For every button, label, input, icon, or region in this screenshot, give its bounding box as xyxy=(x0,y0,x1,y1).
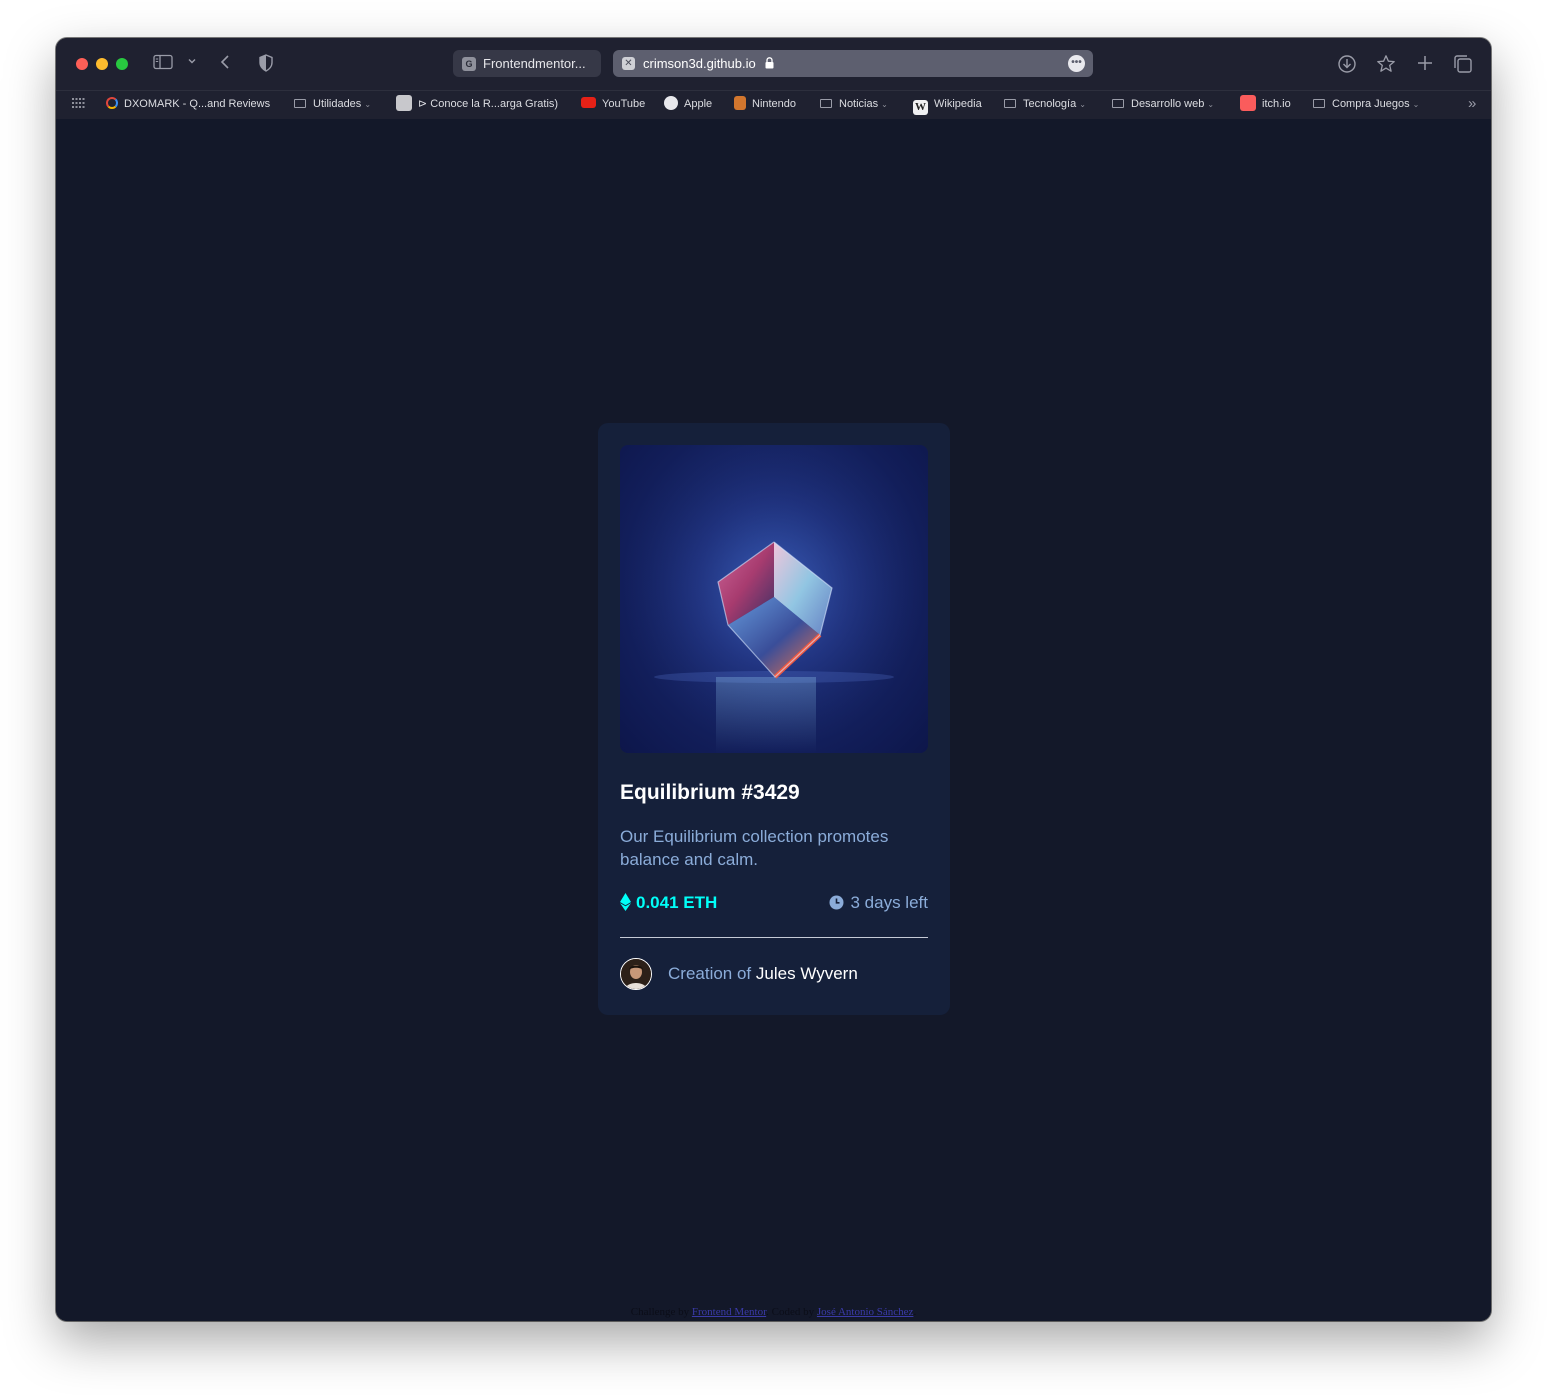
minimize-window-button[interactable] xyxy=(96,58,108,70)
creator-text: Creation of Jules Wyvern xyxy=(668,962,858,986)
bookmark-label: itch.io xyxy=(1262,98,1291,110)
dxomark-icon xyxy=(106,97,118,109)
folder-icon xyxy=(1004,99,1016,108)
bookmark-folder-utilidades[interactable]: Utilidades ⌄ xyxy=(294,91,371,119)
lock-icon xyxy=(765,51,774,78)
bookmark-folder-compra-juegos[interactable]: Compra Juegos ⌄ xyxy=(1313,91,1419,119)
bookmark-conoce[interactable]: ⊳ Conoce la R...arga Gratis) xyxy=(396,91,558,119)
browser-toolbar: G Frontendmentor... ✕ crimson3d.github.i… xyxy=(56,38,1491,90)
attribution-challenge-prefix: Challenge by xyxy=(630,1306,690,1318)
attribution-suffix: . xyxy=(913,1306,917,1318)
bookmark-label: Apple xyxy=(684,98,713,110)
card-title[interactable]: Equilibrium #3429 xyxy=(620,781,928,805)
author-link[interactable]: José Antonio Sánchez xyxy=(817,1306,914,1318)
youtube-icon xyxy=(581,97,596,108)
star-icon[interactable] xyxy=(1376,54,1396,74)
folder-icon xyxy=(820,99,832,108)
time-left: 3 days left xyxy=(829,891,929,915)
bookmark-label: Nintendo xyxy=(752,98,797,110)
avatar xyxy=(620,958,652,990)
ethereum-icon xyxy=(620,893,631,911)
bookmark-folder-desarrollo-web[interactable]: Desarrollo web ⌄ xyxy=(1112,91,1214,119)
bookmark-youtube[interactable]: YouTube xyxy=(581,91,645,119)
chevron-down-icon[interactable] xyxy=(187,56,197,66)
chevron-down-icon: ⌄ xyxy=(364,100,372,109)
bookmark-nintendo[interactable]: Nintendo xyxy=(734,91,796,119)
card-description: Our Equilibrium collection promotes bala… xyxy=(620,827,889,869)
folder-icon xyxy=(1112,99,1124,108)
chevron-down-icon: ⌄ xyxy=(881,100,888,109)
bookmark-label: Utilidades xyxy=(313,98,362,110)
tab-favicon: ✕ xyxy=(622,57,635,70)
attribution: Challenge by Frontend Mentor. Coded by J… xyxy=(56,1306,1491,1318)
wikipedia-icon: W xyxy=(913,100,928,115)
card-divider xyxy=(620,937,928,938)
frontend-mentor-link[interactable]: Frontend Mentor xyxy=(692,1306,766,1318)
folder-icon xyxy=(294,99,306,108)
creator-name[interactable]: Jules Wyvern xyxy=(756,964,858,983)
shield-icon[interactable] xyxy=(258,54,274,72)
plus-icon[interactable] xyxy=(1416,54,1434,72)
time-left-value: 3 days left xyxy=(850,893,929,912)
bookmark-apple[interactable]: Apple xyxy=(664,91,712,119)
apps-grid-icon[interactable] xyxy=(72,91,85,119)
site-icon xyxy=(396,95,412,111)
chevron-down-icon: ⌄ xyxy=(1207,100,1215,109)
bookmark-label: YouTube xyxy=(602,98,646,110)
folder-icon xyxy=(1313,99,1325,108)
bookmark-itchio[interactable]: itch.io xyxy=(1240,91,1291,119)
sidebar-icon[interactable] xyxy=(153,54,173,70)
creator: Creation of Jules Wyvern xyxy=(620,958,928,992)
page-content: Equilibrium #3429 Our Equilibrium collec… xyxy=(56,119,1491,1321)
bookmark-folder-noticias[interactable]: Noticias ⌄ xyxy=(820,91,888,119)
price-value: 0.041 ETH xyxy=(636,893,718,912)
tab-crimson3d[interactable]: ✕ crimson3d.github.io ••• xyxy=(613,50,1093,77)
bookmark-wikipedia[interactable]: W Wikipedia xyxy=(913,91,982,119)
bookmark-label: Compra Juegos xyxy=(1332,98,1410,110)
bookmarks-bar: DXOMARK - Q...and Reviews Utilidades ⌄ ⊳ … xyxy=(56,90,1491,120)
bookmark-label: Tecnología xyxy=(1023,98,1077,110)
zoom-window-button[interactable] xyxy=(116,58,128,70)
creator-prefix: Creation of xyxy=(668,964,752,983)
tabs-icon[interactable] xyxy=(1453,54,1473,74)
chevron-left-icon[interactable] xyxy=(218,54,232,70)
chevron-down-icon: ⌄ xyxy=(1412,100,1420,109)
apple-icon xyxy=(664,96,678,110)
address-bar-url[interactable]: crimson3d.github.io xyxy=(643,56,756,71)
equilibrium-image[interactable] xyxy=(620,445,928,753)
card-stats: 0.041 ETH 3 days left xyxy=(620,891,928,915)
download-icon[interactable] xyxy=(1337,54,1357,74)
browser-window: G Frontendmentor... ✕ crimson3d.github.i… xyxy=(56,38,1491,1321)
bookmark-label: ⊳ Conoce la R...arga Gratis) xyxy=(418,98,559,110)
close-window-button[interactable] xyxy=(76,58,88,70)
chevron-down-icon: ⌄ xyxy=(1079,100,1086,109)
bookmark-label: Wikipedia xyxy=(934,98,982,110)
bookmark-label: Noticias xyxy=(839,98,879,110)
itchio-icon xyxy=(1240,95,1256,111)
mario-icon xyxy=(734,96,746,110)
bookmark-dxomark[interactable]: DXOMARK - Q...and Reviews xyxy=(106,91,270,119)
bookmark-label: Desarrollo web xyxy=(1131,98,1205,110)
more-icon[interactable]: ••• xyxy=(1068,55,1085,72)
tab-frontendmentor[interactable]: G Frontendmentor... xyxy=(453,50,601,77)
attribution-coded-prefix: . Coded by xyxy=(766,1306,815,1318)
bookmark-label: DXOMARK - Q...and Reviews xyxy=(124,98,271,110)
clock-icon xyxy=(829,895,843,910)
nft-card: Equilibrium #3429 Our Equilibrium collec… xyxy=(598,423,950,1015)
tab-favicon: G xyxy=(462,57,476,71)
bookmark-folder-tecnologia[interactable]: Tecnología ⌄ xyxy=(1004,91,1086,119)
tab-label: Frontendmentor... xyxy=(483,56,586,71)
price: 0.041 ETH xyxy=(620,891,717,915)
bookmarks-overflow-icon[interactable]: » xyxy=(1468,91,1476,119)
